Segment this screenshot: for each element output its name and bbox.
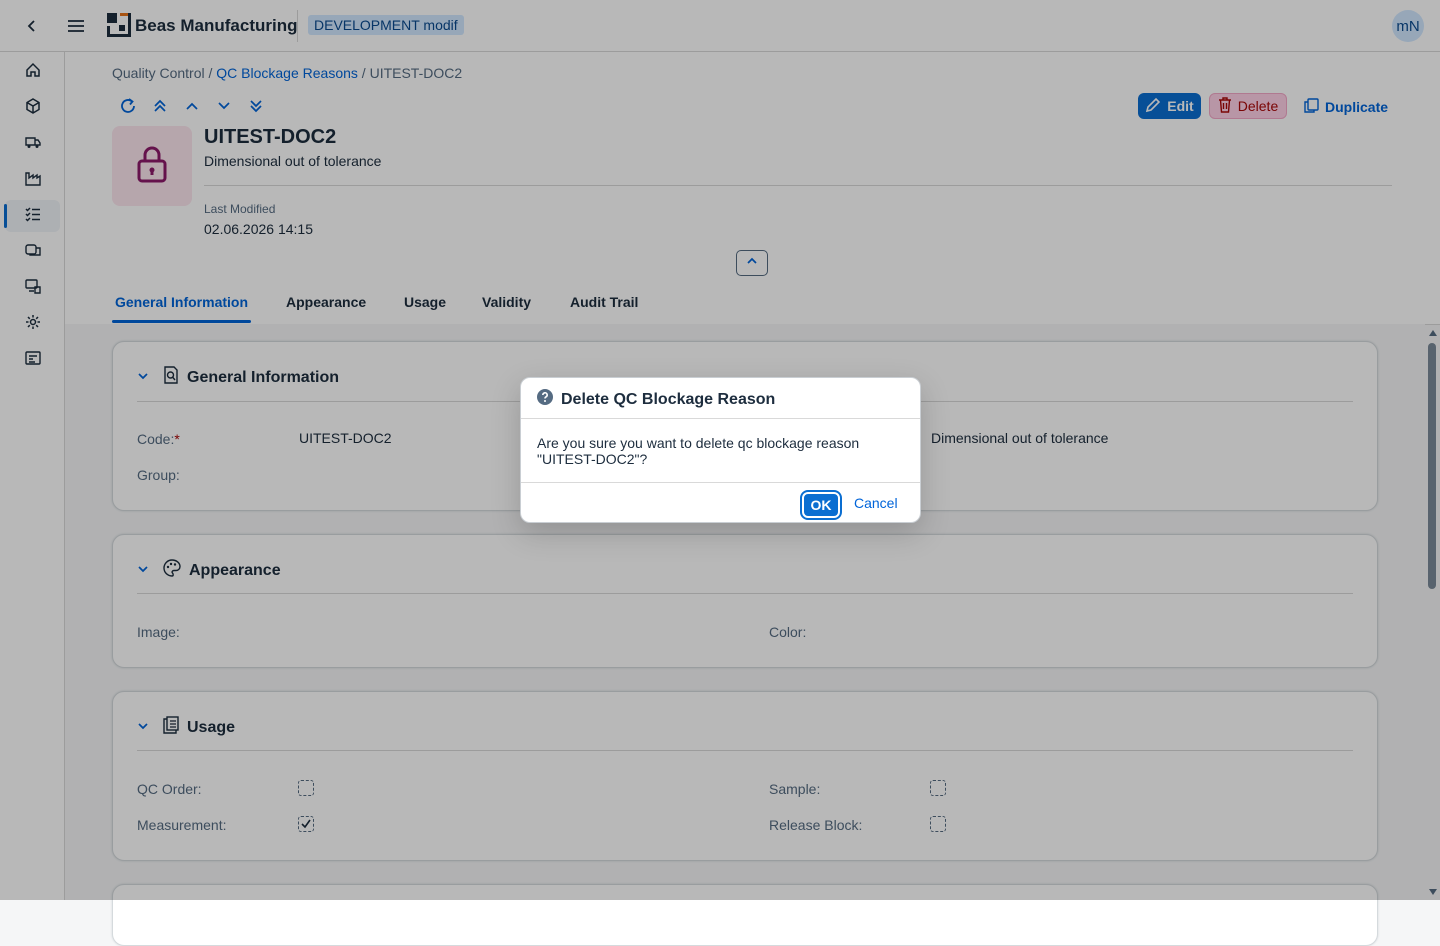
dialog-divider [521, 418, 920, 419]
dialog-header: Delete QC Blockage Reason [537, 389, 775, 410]
dialog-message-line: Are you sure you want to delete qc block… [537, 435, 860, 451]
question-icon [537, 389, 553, 410]
dialog-message: Are you sure you want to delete qc block… [537, 435, 897, 467]
ok-button[interactable]: OK [800, 490, 842, 520]
cancel-button[interactable]: Cancel [854, 495, 898, 511]
dialog-title: Delete QC Blockage Reason [561, 390, 776, 408]
delete-confirmation-dialog: Delete QC Blockage Reason Are you sure y… [520, 377, 921, 523]
dialog-message-line: "UITEST-DOC2"? [537, 451, 648, 467]
dialog-divider [521, 482, 920, 483]
